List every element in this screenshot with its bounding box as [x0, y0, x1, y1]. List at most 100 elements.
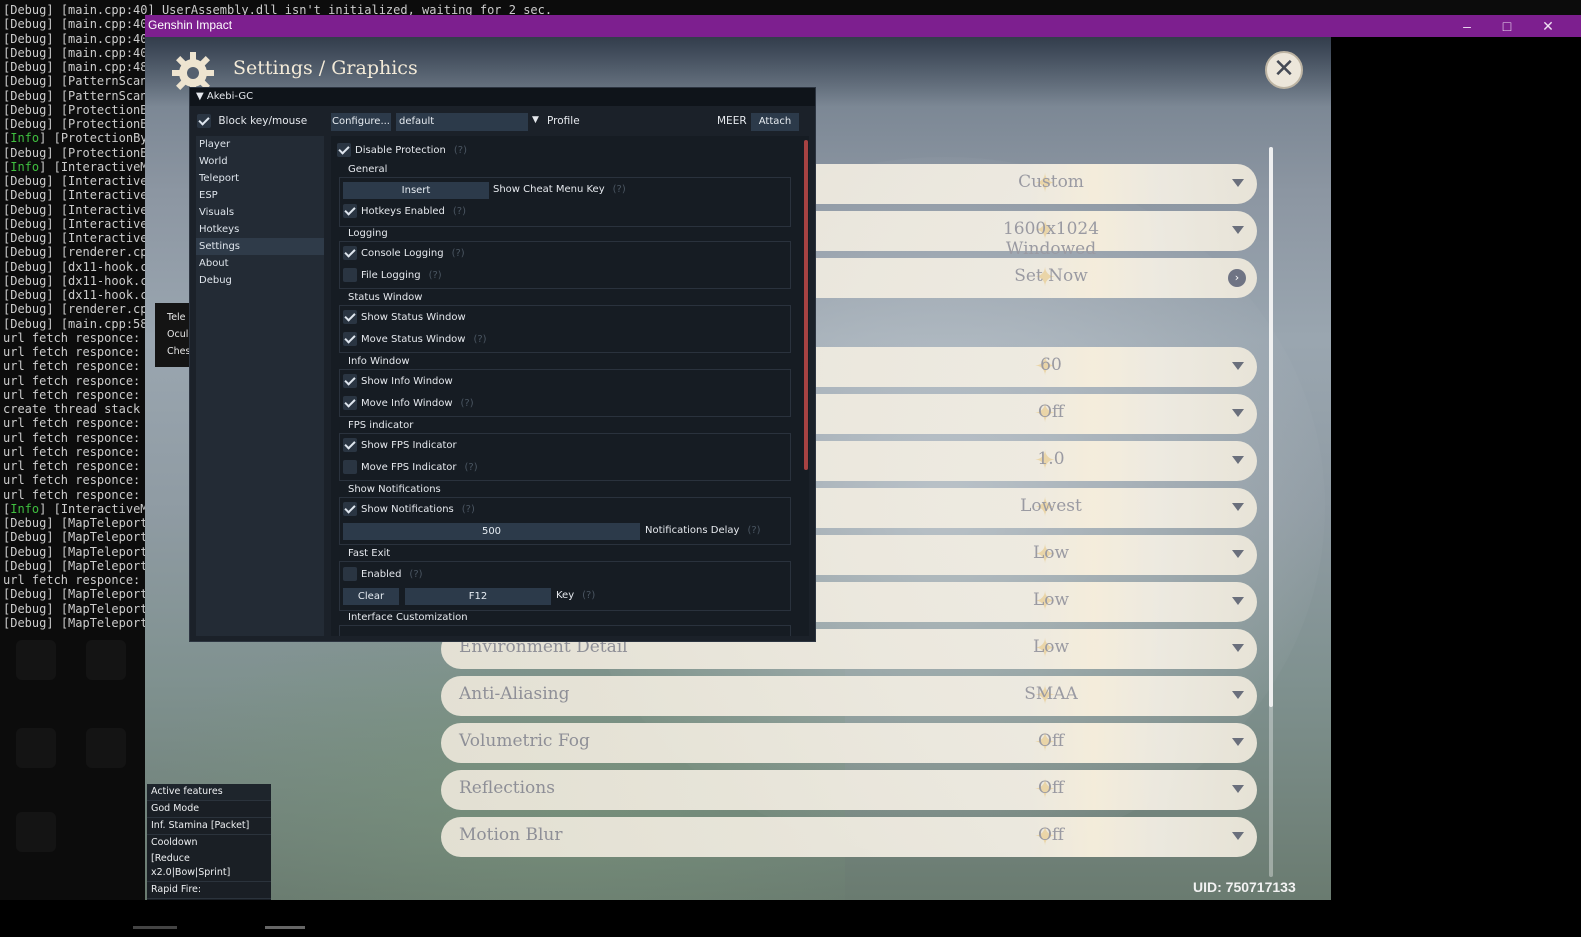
configure-button[interactable]: Configure... — [331, 113, 391, 131]
help-icon[interactable]: (?) — [582, 590, 595, 601]
help-icon[interactable]: (?) — [429, 270, 442, 281]
show-status-checkbox[interactable] — [343, 310, 357, 324]
help-icon[interactable]: (?) — [473, 334, 486, 345]
setting-row[interactable]: ✦ Motion Blur Off — [441, 817, 1257, 857]
move-fps-option[interactable]: Move FPS Indicator (?) — [343, 460, 478, 474]
title-bar[interactable]: Genshin Impact – □ ✕ — [145, 15, 1581, 37]
chevron-down-icon[interactable] — [1232, 456, 1244, 464]
setting-value[interactable]: Off — [961, 825, 1141, 845]
fast-exit-enabled-checkbox[interactable] — [343, 567, 357, 581]
help-icon[interactable]: (?) — [462, 504, 475, 515]
file-logging-checkbox[interactable] — [343, 268, 357, 282]
disable-protection-checkbox[interactable] — [337, 143, 351, 157]
akebi-scrollbar[interactable] — [804, 140, 808, 470]
setting-value[interactable]: Custom — [961, 172, 1141, 192]
help-icon[interactable]: (?) — [461, 398, 474, 409]
close-button[interactable]: ✕ — [1528, 15, 1568, 37]
akebi-menu-window[interactable]: ▼ Akebi-GC Block key/mouse Configure... … — [189, 87, 816, 642]
help-icon[interactable]: (?) — [465, 462, 478, 473]
desktop-icon-app[interactable] — [86, 640, 126, 680]
show-status-option[interactable]: Show Status Window — [343, 310, 466, 324]
fast-exit-key-field[interactable]: F12 — [405, 588, 551, 605]
settings-scrollbar[interactable] — [1269, 147, 1273, 877]
show-fps-checkbox[interactable] — [343, 438, 357, 452]
move-fps-checkbox[interactable] — [343, 460, 357, 474]
console-logging-checkbox[interactable] — [343, 246, 357, 260]
akebi-header[interactable]: ▼ Akebi-GC — [190, 88, 815, 106]
minimize-button[interactable]: – — [1447, 15, 1487, 37]
sidebar-item-hotkeys[interactable]: Hotkeys — [196, 221, 324, 238]
meer-button[interactable]: MEER — [717, 115, 747, 127]
hotkeys-enabled-checkbox[interactable] — [343, 204, 357, 218]
desktop-icon-chrome[interactable] — [16, 640, 56, 680]
sidebar-item-player[interactable]: Player — [196, 136, 324, 153]
file-logging-option[interactable]: File Logging (?) — [343, 268, 442, 282]
settings-scrollbar-thumb[interactable] — [1269, 147, 1273, 707]
desktop-icon-red[interactable] — [16, 728, 56, 768]
move-info-checkbox[interactable] — [343, 396, 357, 410]
move-status-option[interactable]: Move Status Window (?) — [343, 332, 487, 346]
setting-value[interactable]: Low — [961, 590, 1141, 610]
fast-exit-enabled-option[interactable]: Enabled (?) — [343, 567, 423, 581]
maximize-button[interactable]: □ — [1487, 15, 1527, 37]
setting-value[interactable]: Off — [961, 402, 1141, 422]
block-key-toggle[interactable]: Block key/mouse — [197, 114, 307, 128]
chevron-right-icon[interactable]: › — [1228, 269, 1246, 287]
setting-value[interactable]: Set Now — [961, 266, 1141, 286]
console-logging-option[interactable]: Console Logging (?) — [343, 246, 465, 260]
desktop-icon-video[interactable] — [16, 812, 56, 852]
setting-row[interactable]: ✦ Reflections Off — [441, 770, 1257, 810]
setting-value[interactable]: Off — [961, 731, 1141, 751]
show-fps-option[interactable]: Show FPS Indicator — [343, 438, 457, 452]
sidebar-item-visuals[interactable]: Visuals — [196, 204, 324, 221]
show-info-option[interactable]: Show Info Window — [343, 374, 453, 388]
setting-value[interactable]: Lowest — [961, 496, 1141, 516]
sidebar-item-settings[interactable]: Settings — [196, 238, 324, 255]
setting-value[interactable]: Low — [961, 637, 1141, 657]
help-icon[interactable]: (?) — [409, 569, 422, 580]
profile-select[interactable]: default — [396, 113, 528, 131]
sidebar-item-teleport[interactable]: Teleport — [196, 170, 324, 187]
help-icon[interactable]: (?) — [453, 206, 466, 217]
show-info-checkbox[interactable] — [343, 374, 357, 388]
setting-value[interactable]: 60 — [961, 355, 1141, 375]
chevron-down-icon[interactable] — [1232, 597, 1244, 605]
chevron-down-icon[interactable] — [1232, 409, 1244, 417]
fast-exit-clear-button[interactable]: Clear — [343, 588, 399, 605]
chevron-down-icon[interactable] — [1232, 644, 1244, 652]
notifications-delay-slider[interactable]: 500 — [343, 523, 640, 540]
sidebar-item-world[interactable]: World — [196, 153, 324, 170]
desktop-icon-grid[interactable] — [86, 728, 126, 768]
attach-button[interactable]: Attach — [751, 113, 799, 131]
chevron-down-icon[interactable] — [1232, 785, 1244, 793]
setting-value[interactable]: Off — [961, 778, 1141, 798]
setting-value[interactable]: Low — [961, 543, 1141, 563]
hotkeys-enabled-option[interactable]: Hotkeys Enabled (?) — [343, 204, 466, 218]
show-notifications-option[interactable]: Show Notifications (?) — [343, 502, 475, 516]
active-features-window[interactable]: Active features God Mode Inf. Stamina [Pa… — [147, 784, 271, 916]
help-icon[interactable]: (?) — [454, 145, 467, 156]
move-status-checkbox[interactable] — [343, 332, 357, 346]
block-key-checkbox[interactable] — [197, 114, 211, 128]
setting-value[interactable]: SMAA — [961, 684, 1141, 704]
settings-close-button[interactable]: ✕ — [1265, 51, 1303, 89]
chevron-down-icon[interactable] — [1232, 691, 1244, 699]
taskbar-indicator[interactable] — [265, 926, 305, 929]
setting-row[interactable]: ✦ Anti-Aliasing SMAA — [441, 676, 1257, 716]
move-info-option[interactable]: Move Info Window (?) — [343, 396, 474, 410]
help-icon[interactable]: (?) — [452, 248, 465, 259]
profile-dropdown-icon[interactable]: ▼ — [532, 115, 539, 125]
chevron-down-icon[interactable] — [1232, 226, 1244, 234]
setting-value[interactable]: 1.0 — [961, 449, 1141, 469]
setting-row[interactable]: ✦ Volumetric Fog Off — [441, 723, 1257, 763]
sidebar-item-esp[interactable]: ESP — [196, 187, 324, 204]
setting-value[interactable]: 1600x1024 Windowed — [961, 219, 1141, 259]
chevron-down-icon[interactable] — [1232, 550, 1244, 558]
chevron-down-icon[interactable] — [1232, 362, 1244, 370]
cheat-menu-key-field[interactable]: Insert — [343, 182, 489, 199]
help-icon[interactable]: (?) — [747, 525, 760, 536]
sidebar-item-about[interactable]: About — [196, 255, 324, 272]
help-icon[interactable]: (?) — [613, 184, 626, 195]
status-window[interactable]: Tele Ocul Ches — [155, 303, 191, 367]
chevron-down-icon[interactable] — [1232, 738, 1244, 746]
